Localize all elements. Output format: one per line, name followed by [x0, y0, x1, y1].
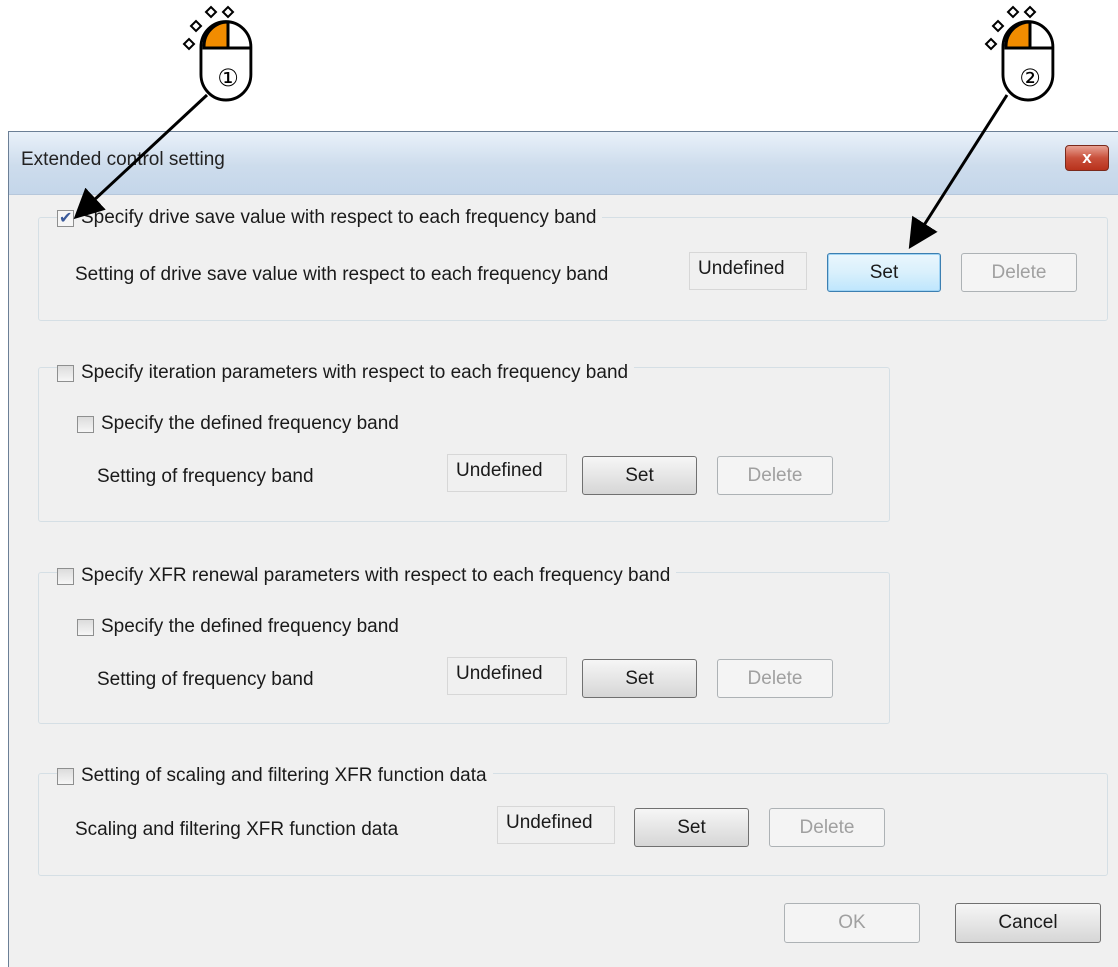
arrow-to-set-button [908, 94, 1009, 250]
annotation-arrows [73, 93, 1009, 250]
arrow-to-checkbox [73, 93, 209, 220]
